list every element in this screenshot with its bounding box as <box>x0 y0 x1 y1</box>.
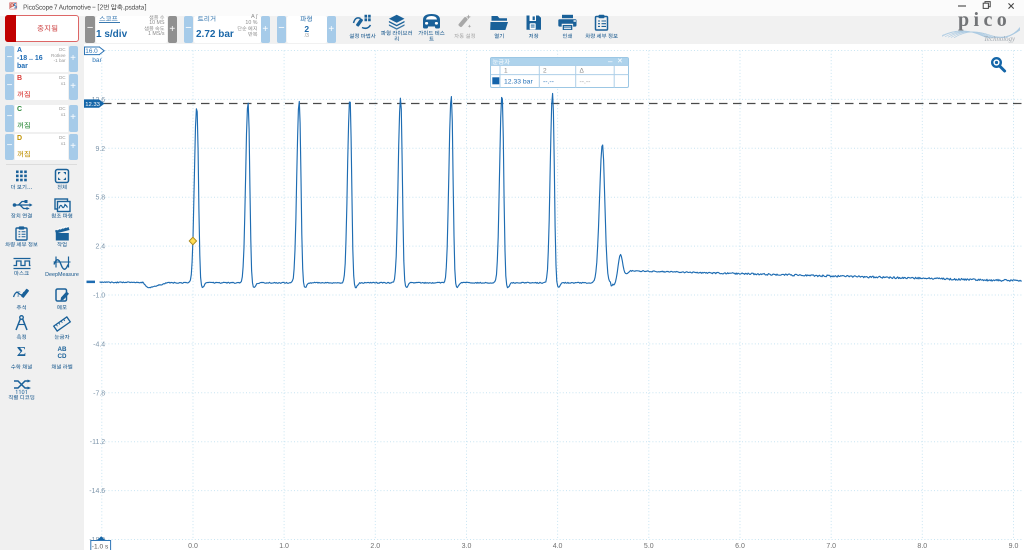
svg-text:T: T <box>16 291 21 299</box>
